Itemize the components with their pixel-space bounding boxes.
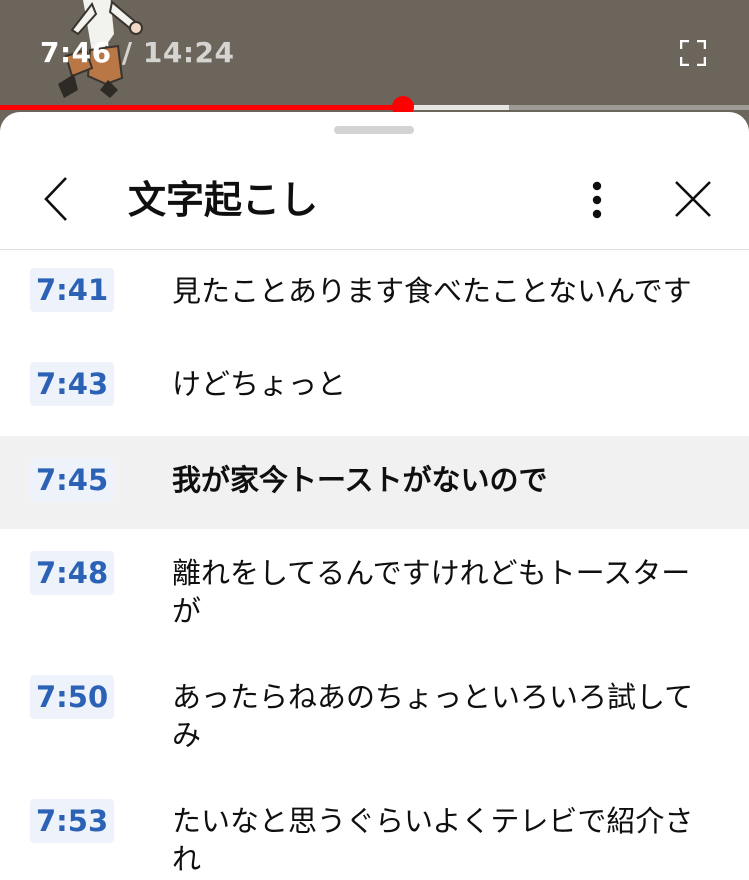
back-button[interactable]: [36, 174, 76, 224]
chevron-left-icon: [44, 177, 67, 221]
caption-text: あったらねあのちょっといろいろ試してみ: [172, 680, 694, 752]
transcript-row[interactable]: 7:43 けどちょっと: [0, 343, 749, 436]
panel-title: 文字起こし: [128, 178, 319, 222]
fullscreen-icon[interactable]: [680, 40, 706, 66]
close-button[interactable]: [670, 176, 716, 222]
caption-text: 離れをしてるんですけれどもトースターが: [172, 556, 691, 628]
drag-handle[interactable]: [334, 126, 414, 134]
transcript-row-active[interactable]: 7:45 我が家今トーストがないので: [0, 436, 749, 529]
timestamp[interactable]: 7:48: [30, 551, 115, 595]
more-options-button[interactable]: [580, 178, 614, 222]
playback-time: 7:46 / 14:24: [40, 36, 235, 69]
transcript-row[interactable]: 7:53 たいなと思うぐらいよくテレビで紹介され: [0, 777, 749, 880]
timestamp[interactable]: 7:53: [30, 799, 115, 843]
caption-text: 我が家今トーストがないので: [172, 463, 548, 497]
caption-text: 見たことあります食べたことないんです: [172, 274, 692, 308]
time-separator: /: [121, 36, 133, 69]
close-icon: [675, 181, 711, 217]
timestamp[interactable]: 7:41: [30, 268, 115, 312]
transcript-row[interactable]: 7:50 あったらねあのちょっといろいろ試してみ: [0, 653, 749, 777]
timestamp[interactable]: 7:45: [30, 458, 115, 502]
timestamp[interactable]: 7:43: [30, 362, 115, 406]
video-player[interactable]: 7:46 / 14:24: [0, 0, 749, 118]
duration: 14:24: [142, 36, 235, 69]
caption-text: けどちょっと: [172, 367, 347, 401]
transcript-list: 7:41 見たことあります食べたことないんです 7:43 けどちょっと 7:45…: [0, 250, 749, 880]
played-bar: [0, 105, 403, 110]
caption-text: たいなと思うぐらいよくテレビで紹介され: [172, 804, 694, 876]
transcript-row[interactable]: 7:48 離れをしてるんですけれどもトースターが: [0, 529, 749, 653]
current-time: 7:46: [40, 36, 112, 69]
transcript-row[interactable]: 7:41 見たことあります食べたことないんです: [0, 250, 749, 343]
transcript-panel: 文字起こし 7:41 見たことあります食べたことないんです 7:43 けどちょっ…: [0, 112, 749, 880]
more-vertical-icon: [592, 181, 602, 219]
timestamp[interactable]: 7:50: [30, 675, 115, 719]
progress-bar[interactable]: [0, 96, 749, 118]
panel-header: 文字起こし: [0, 152, 749, 248]
